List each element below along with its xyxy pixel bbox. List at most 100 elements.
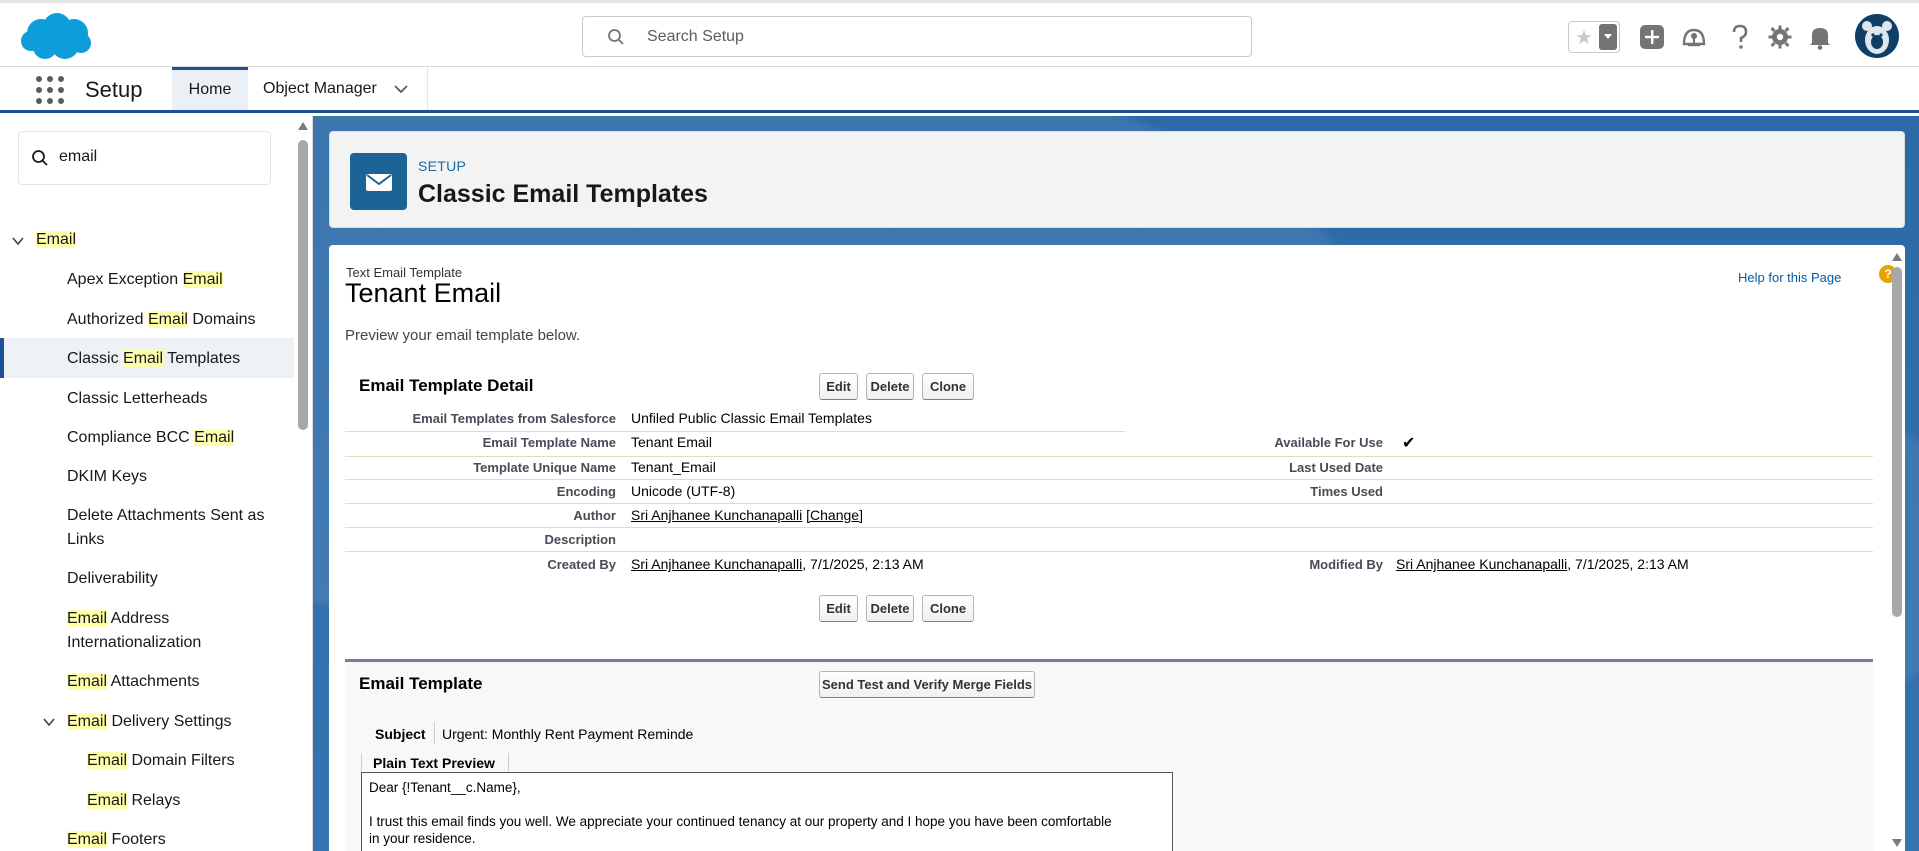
subject-divider xyxy=(434,722,435,744)
clone-button[interactable]: Clone xyxy=(922,373,974,400)
page-title: Classic Email Templates xyxy=(418,180,708,208)
folder-value: Unfiled Public Classic Email Templates xyxy=(631,410,872,426)
folder-label: Email Templates from Salesforce xyxy=(412,411,616,426)
sidebar-group-email-delivery-settings[interactable]: Email Delivery Settings xyxy=(67,710,232,734)
author-link[interactable]: Sri Anjhanee Kunchanapalli xyxy=(631,507,802,523)
template-name-label: Email Template Name xyxy=(482,435,616,450)
plain-text-preview-label: Plain Text Preview xyxy=(373,755,495,771)
sidebar-scrollbar[interactable] xyxy=(294,116,312,851)
row-divider xyxy=(345,431,1125,432)
description-label: Description xyxy=(544,532,616,547)
app-launcher-icon[interactable] xyxy=(36,76,64,104)
created-by-user-link[interactable]: Sri Anjhanee Kunchanapalli xyxy=(631,556,802,572)
scroll-up-arrow-icon[interactable] xyxy=(1892,253,1902,261)
body-line: Dear {!Tenant__c.Name}, xyxy=(369,780,521,795)
subject-label: Subject xyxy=(375,726,426,742)
help-for-this-page-link[interactable]: Help for this Page xyxy=(1738,270,1841,285)
available-checkmark-icon: ✔ xyxy=(1402,435,1416,452)
sidebar-item-email-attachments[interactable]: Email Attachments xyxy=(67,670,200,694)
created-date: , 7/1/2025, 2:13 AM xyxy=(802,556,924,572)
search-placeholder: Search Setup xyxy=(647,28,744,45)
favorite-star-icon[interactable]: ★ xyxy=(1570,23,1598,51)
times-used-label: Times Used xyxy=(1310,484,1383,499)
created-by-value: Sri Anjhanee Kunchanapalli, 7/1/2025, 2:… xyxy=(631,556,924,572)
help-icon[interactable] xyxy=(1725,21,1755,53)
delete-button-bottom[interactable]: Delete xyxy=(866,595,914,622)
global-actions-add-icon[interactable] xyxy=(1637,21,1667,53)
email-body-preview: Dear {!Tenant__c.Name}, I trust this ema… xyxy=(361,772,1173,851)
quick-find-input[interactable]: email xyxy=(18,131,271,185)
sidebar-item-authorized-email-domains[interactable]: Authorized Email Domains xyxy=(67,308,256,332)
sidebar-item-compliance-bcc-email[interactable]: Compliance BCC Email xyxy=(67,426,235,450)
unique-name-label: Template Unique Name xyxy=(473,460,616,475)
sidebar-item-email-footers[interactable]: Email Footers xyxy=(67,828,166,851)
notifications-bell-icon[interactable] xyxy=(1805,21,1835,53)
main-content-area: SETUP Classic Email Templates Text Email… xyxy=(313,116,1919,851)
setup-gear-icon[interactable] xyxy=(1765,21,1795,53)
modified-by-value: Sri Anjhanee Kunchanapalli, 7/1/2025, 2:… xyxy=(1396,556,1689,572)
page-eyebrow: SETUP xyxy=(418,158,467,174)
modified-by-label: Modified By xyxy=(1309,557,1383,572)
email-template-title: Email Template xyxy=(359,674,483,693)
sidebar-item-email-relays[interactable]: Email Relays xyxy=(87,789,180,813)
setup-sidebar: email Email Apex Exception Email Authori… xyxy=(0,116,313,851)
global-search-input[interactable]: Search Setup xyxy=(582,16,1252,57)
scroll-down-arrow-icon[interactable] xyxy=(1892,839,1902,847)
search-icon xyxy=(32,150,48,166)
modified-by-user-link[interactable]: Sri Anjhanee Kunchanapalli xyxy=(1396,556,1567,572)
sidebar-item-classic-letterheads[interactable]: Classic Letterheads xyxy=(67,387,208,411)
sidebar-item-apex-exception-email[interactable]: Apex Exception Email xyxy=(67,268,223,292)
edit-button-bottom[interactable]: Edit xyxy=(819,595,858,622)
chevron-down-icon[interactable] xyxy=(11,234,25,248)
row-divider xyxy=(345,551,1873,552)
row-divider xyxy=(345,527,1873,528)
favorites-group: ★ xyxy=(1568,21,1620,53)
sidebar-group-email[interactable]: Email xyxy=(36,228,77,252)
user-avatar[interactable] xyxy=(1855,14,1899,58)
template-name-heading: Tenant Email xyxy=(345,278,502,308)
quick-find-value: email xyxy=(59,148,98,165)
author-label: Author xyxy=(573,508,616,523)
unique-name-value: Tenant_Email xyxy=(631,459,716,475)
detail-section-title: Email Template Detail xyxy=(359,376,534,395)
favorites-dropdown-icon[interactable] xyxy=(1599,24,1617,50)
chevron-down-icon[interactable] xyxy=(393,81,409,97)
encoding-label: Encoding xyxy=(556,484,616,499)
chevron-down-icon[interactable] xyxy=(42,715,56,729)
sidebar-item-email-domain-filters[interactable]: Email Domain Filters xyxy=(87,749,235,773)
author-value: Sri Anjhanee Kunchanapalli [Change] xyxy=(631,507,863,523)
email-template-section: Email Template Send Test and Verify Merg… xyxy=(345,659,1873,851)
tab-object-manager-label: Object Manager xyxy=(263,79,377,97)
content-scrollbar[interactable] xyxy=(1889,245,1905,851)
clone-button-bottom[interactable]: Clone xyxy=(922,595,974,622)
body-line: I trust this email finds you well. We ap… xyxy=(369,814,1112,829)
sidebar-item-email-address-internationalization[interactable]: Email Address Internationalization xyxy=(67,607,201,655)
edit-button[interactable]: Edit xyxy=(819,373,858,400)
sidebar-item-dkim-keys[interactable]: DKIM Keys xyxy=(67,465,147,489)
delete-button[interactable]: Delete xyxy=(866,373,914,400)
body-line: in your residence. xyxy=(369,831,476,846)
page-header: SETUP Classic Email Templates xyxy=(329,131,1905,228)
sidebar-item-deliverability[interactable]: Deliverability xyxy=(67,567,158,591)
app-name: Setup xyxy=(85,77,143,102)
salesforce-logo[interactable] xyxy=(19,11,93,63)
scrollbar-thumb[interactable] xyxy=(1892,267,1902,617)
last-used-date-label: Last Used Date xyxy=(1289,460,1383,475)
sidebar-item-delete-attachments[interactable]: Delete Attachments Sent as Links xyxy=(67,504,264,552)
sidebar-item-classic-email-templates[interactable]: Classic Email Templates xyxy=(67,347,240,371)
tab-home-label: Home xyxy=(188,81,232,98)
template-detail-panel: Text Email Template Tenant Email Help fo… xyxy=(329,245,1905,851)
tab-object-manager[interactable]: Object Manager xyxy=(248,67,428,110)
preview-instruction: Preview your email template below. xyxy=(345,327,581,344)
encoding-value: Unicode (UTF-8) xyxy=(631,483,736,499)
change-author-link[interactable]: [Change] xyxy=(806,507,863,523)
send-test-button[interactable]: Send Test and Verify Merge Fields xyxy=(819,671,1035,698)
row-divider xyxy=(345,503,1873,504)
global-header: Search Setup ★ xyxy=(0,0,1919,67)
row-divider xyxy=(345,479,1873,480)
scrollbar-thumb[interactable] xyxy=(298,140,308,430)
trailhead-guidance-icon[interactable] xyxy=(1679,21,1709,53)
scroll-up-arrow-icon[interactable] xyxy=(298,122,308,130)
tab-home[interactable]: Home xyxy=(172,67,248,110)
search-icon xyxy=(608,29,624,45)
